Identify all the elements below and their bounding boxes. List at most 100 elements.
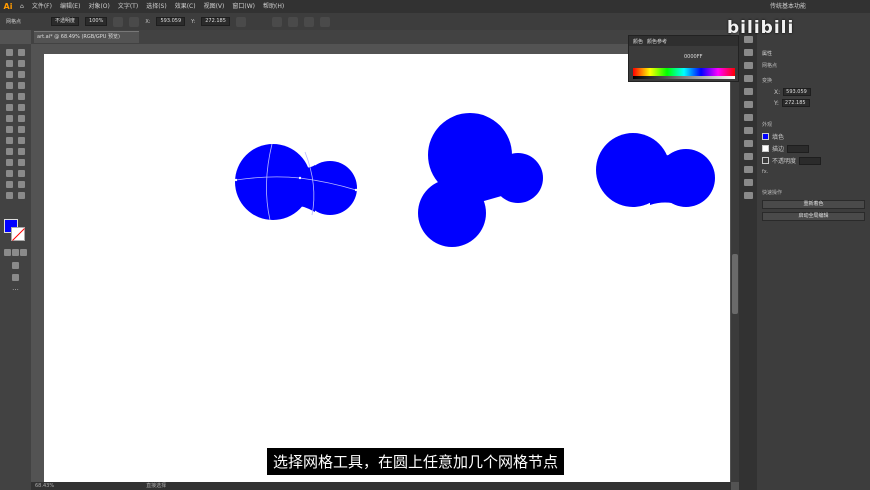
distribute-icon[interactable] — [287, 16, 298, 27]
tools-panel: ··· — [0, 44, 31, 490]
menu-select[interactable]: 选择(S) — [142, 0, 171, 13]
menu-view[interactable]: 视图(V) — [200, 0, 229, 13]
mesh-point-heading: 网格点 — [762, 63, 778, 69]
graphic-styles-icon[interactable] — [743, 166, 753, 173]
reference-point-icon[interactable] — [235, 16, 246, 27]
opacity-field[interactable]: 100% — [85, 17, 108, 26]
lasso-icon[interactable] — [18, 60, 26, 67]
zoom-level[interactable]: 68.43% — [35, 482, 54, 490]
blend-tool-icon[interactable] — [18, 159, 26, 166]
transparency-icon[interactable] — [743, 140, 753, 147]
artboard[interactable] — [44, 54, 730, 482]
transform-icon[interactable] — [303, 16, 314, 27]
menu-type[interactable]: 文字(T) — [114, 0, 142, 13]
rotate-tool-icon[interactable] — [5, 115, 13, 122]
scrollbar-thumb[interactable] — [732, 254, 738, 314]
layers-icon[interactable] — [743, 49, 753, 56]
isolate-icon[interactable] — [319, 16, 330, 27]
symbol-sprayer-icon[interactable] — [5, 170, 13, 177]
stroke-color-swatch[interactable] — [11, 227, 25, 241]
free-transform-icon[interactable] — [18, 126, 26, 133]
scale-tool-icon[interactable] — [18, 115, 26, 122]
y-field[interactable]: 272.185 — [201, 17, 230, 26]
align-icon[interactable] — [271, 16, 282, 27]
symbols-icon[interactable] — [743, 101, 753, 108]
color-spectrum[interactable] — [633, 68, 735, 76]
selection-tool-icon[interactable] — [5, 49, 13, 56]
appearance-icon[interactable] — [743, 153, 753, 160]
menu-edit[interactable]: 编辑(E) — [56, 0, 84, 13]
grayscale-ramp[interactable] — [633, 76, 735, 79]
gradient-tool-icon[interactable] — [18, 148, 26, 155]
line-tool-icon[interactable] — [18, 82, 26, 89]
width-tool-icon[interactable] — [5, 126, 13, 133]
fill-swatch-props[interactable] — [762, 133, 769, 140]
artboard-tool-icon[interactable] — [5, 181, 13, 188]
rectangle-tool-icon[interactable] — [5, 93, 13, 100]
none-mode-icon[interactable] — [20, 249, 28, 256]
gradient-icon[interactable] — [743, 127, 753, 134]
properties-title: 属性 — [762, 51, 773, 57]
screen-mode-icon[interactable] — [12, 274, 19, 281]
gradient-mode-icon[interactable] — [11, 249, 19, 256]
hand-tool-icon[interactable] — [5, 192, 13, 199]
perspective-grid-icon[interactable] — [18, 137, 26, 144]
slice-tool-icon[interactable] — [18, 181, 26, 188]
tool-name-label: 网格点 — [6, 19, 22, 25]
swatches-icon[interactable] — [743, 75, 753, 82]
recolor-button[interactable]: 重新着色 — [762, 200, 865, 209]
stroke-icon[interactable] — [743, 114, 753, 121]
document-tab[interactable]: art.ai* @ 68.49% (RGB/GPU 预览) — [34, 31, 139, 43]
libraries-icon[interactable] — [743, 62, 753, 69]
workspace-switcher[interactable]: 传统基本功能 — [766, 0, 810, 13]
global-edit-button[interactable]: 启动全局编辑 — [762, 212, 865, 221]
zoom-tool-icon[interactable] — [18, 192, 26, 199]
magic-wand-icon[interactable] — [5, 60, 13, 67]
vertical-scrollbar[interactable] — [731, 44, 739, 482]
type-tool-icon[interactable] — [5, 82, 13, 89]
eraser-icon[interactable] — [18, 104, 26, 111]
y-field-props[interactable]: 272.185 — [781, 99, 810, 107]
paintbrush-icon[interactable] — [18, 93, 26, 100]
stroke-label: 描边 — [772, 146, 785, 153]
transform-heading: 变换 — [762, 78, 773, 84]
eyedropper-icon[interactable] — [5, 159, 13, 166]
align-panel-icon[interactable] — [743, 179, 753, 186]
x-label-props: X: — [774, 88, 781, 96]
brushes-icon[interactable] — [743, 88, 753, 95]
tab-color-guide[interactable]: 颜色参考 — [647, 38, 667, 45]
hex-color-field[interactable]: 0000FF — [684, 54, 702, 60]
y-label: Y: — [191, 18, 196, 25]
pen-tool-icon[interactable] — [5, 71, 13, 78]
tab-color[interactable]: 颜色 — [633, 38, 643, 45]
menu-help[interactable]: 帮助(H) — [259, 0, 288, 13]
shape-builder-icon[interactable] — [5, 137, 13, 144]
y-label-props: Y: — [774, 99, 779, 107]
quick-actions-heading: 快速操作 — [762, 190, 783, 196]
app-logo: Ai — [3, 2, 13, 11]
opacity-field-props[interactable] — [799, 156, 822, 165]
x-field[interactable]: 593.059 — [156, 17, 186, 26]
stroke-swatch-props[interactable] — [762, 145, 769, 152]
recolor-icon[interactable] — [113, 16, 124, 27]
graph-tool-icon[interactable] — [18, 170, 26, 177]
color-mode-icon[interactable] — [3, 249, 11, 256]
mesh-tool-icon[interactable] — [5, 148, 13, 155]
status-tool: 直接选择 — [146, 483, 167, 489]
more-tools-icon[interactable]: ··· — [12, 286, 19, 294]
direct-selection-tool-icon[interactable] — [18, 49, 26, 56]
menu-effect[interactable]: 效果(C) — [171, 0, 200, 13]
menu-window[interactable]: 窗口(W) — [228, 0, 259, 13]
curvature-tool-icon[interactable] — [18, 71, 26, 78]
grid-icon[interactable] — [129, 16, 140, 27]
shaper-tool-icon[interactable] — [5, 104, 13, 111]
opacity-checkbox[interactable] — [762, 157, 769, 164]
home-icon[interactable]: ⌂ — [16, 0, 28, 13]
menu-file[interactable]: 文件(F) — [28, 0, 56, 13]
x-field-props[interactable]: 593.059 — [783, 88, 812, 96]
draw-mode-icon[interactable] — [12, 262, 19, 269]
pathfinder-icon[interactable] — [743, 192, 753, 199]
fx-button[interactable]: fx. — [762, 169, 865, 175]
menu-object[interactable]: 对象(O) — [84, 0, 113, 13]
stroke-weight-field[interactable] — [787, 144, 810, 153]
